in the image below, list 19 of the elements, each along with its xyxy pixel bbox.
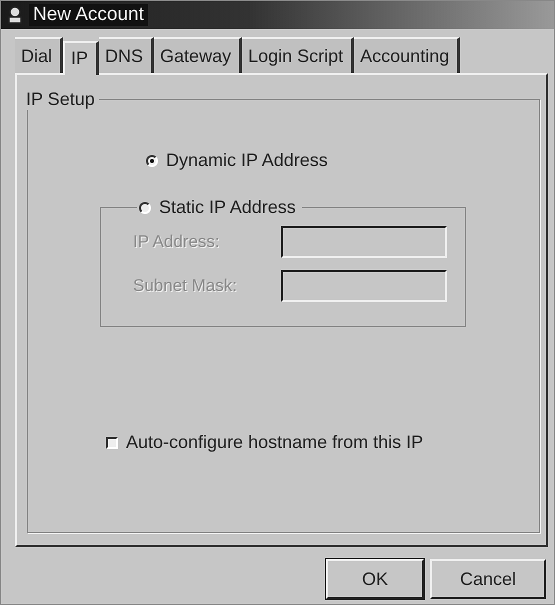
person-icon [7, 6, 23, 24]
radio-label: Static IP Address [159, 197, 296, 218]
tab[interactable]: DNS [99, 37, 154, 73]
checkbox[interactable] [106, 436, 118, 448]
group-title: IP Setup [25, 89, 96, 110]
radio-label: Dynamic IP Address [166, 150, 328, 171]
cancel-button[interactable]: Cancel [430, 559, 546, 599]
tab[interactable]: IP [63, 41, 100, 75]
ok-button[interactable]: OK [326, 559, 424, 599]
field-label: IP Address: [132, 232, 221, 252]
window-title: New Account [29, 4, 148, 26]
tab[interactable]: Gateway [154, 37, 242, 73]
tab[interactable]: Login Script [242, 37, 354, 73]
radio-button[interactable] [139, 202, 151, 214]
checkbox-label: Auto-configure hostname from this IP [126, 432, 424, 453]
field-label: Subnet Mask: [132, 276, 238, 296]
tab[interactable]: Accounting [354, 37, 460, 73]
tab[interactable]: Dial [15, 37, 64, 73]
radio-button[interactable] [146, 154, 158, 166]
